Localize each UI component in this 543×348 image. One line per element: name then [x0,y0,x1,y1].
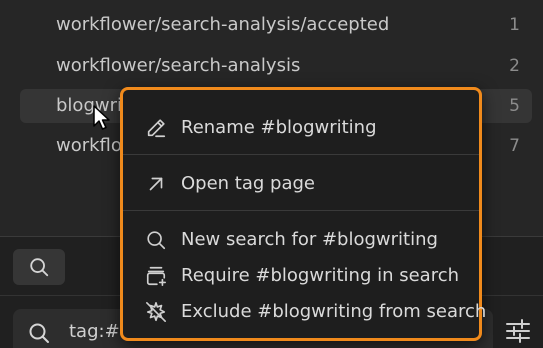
tag-name: blogwri [56,95,122,116]
exclude-from-search-icon [146,302,166,322]
menu-item-rename[interactable]: Rename #blogwriting [129,113,473,143]
search-icon [29,323,49,343]
menu-item-label: Rename #blogwriting [181,117,377,138]
tag-count: 1 [509,15,520,35]
search-toggle-button[interactable] [13,249,65,285]
tag-context-menu: Rename #blogwriting Open tag page New se… [120,87,486,341]
menu-item-exclude-from-search[interactable]: Exclude #blogwriting from search [129,297,486,327]
menu-item-label: Open tag page [181,173,315,194]
tag-row-workflower-search-analysis-accepted[interactable]: workflower/search-analysis/accepted 1 [20,8,532,42]
tag-count: 7 [509,136,520,156]
tag-name: workflower/search-analysis [56,55,301,76]
menu-item-label: Require #blogwriting in search [181,265,460,286]
menu-item-open-tag-page[interactable]: Open tag page [129,169,473,199]
menu-separator [123,154,479,155]
tag-pane: workflower/search-analysis/accepted 1 wo… [0,0,543,348]
tag-count: 5 [509,96,520,116]
search-icon [30,258,49,277]
arrow-up-right-icon [149,177,163,191]
require-in-search-icon [146,266,166,286]
pencil-icon [147,119,166,138]
tag-name: workflower/search-analysis/accepted [56,14,390,35]
menu-item-require-in-search[interactable]: Require #blogwriting in search [129,261,473,291]
menu-item-label: Exclude #blogwriting from search [181,301,487,322]
search-icon [147,231,166,250]
mouse-cursor-icon [93,105,110,130]
tag-count: 2 [509,56,520,76]
menu-item-label: New search for #blogwriting [181,229,438,250]
tag-row-workflower-search-analysis[interactable]: workflower/search-analysis 2 [20,49,532,83]
sliders-icon[interactable] [505,319,531,343]
tag-name: workflo [56,135,122,156]
menu-item-new-search[interactable]: New search for #blogwriting [129,225,473,255]
menu-separator [123,210,479,211]
